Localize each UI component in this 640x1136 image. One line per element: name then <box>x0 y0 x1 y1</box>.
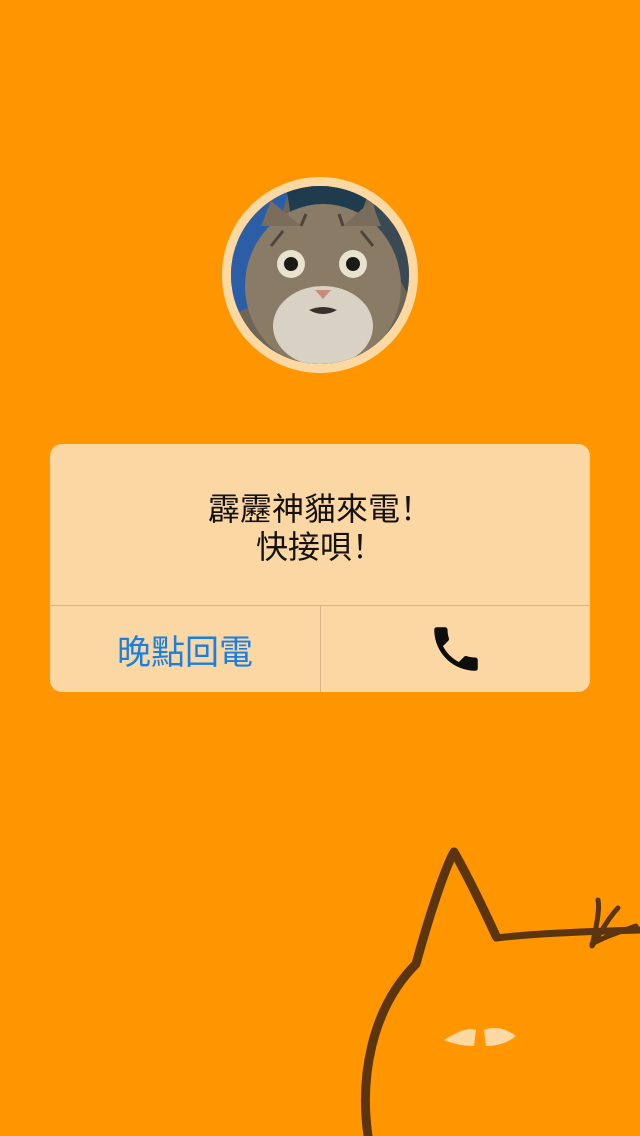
call-message: 霹靂神貓來電！ 快接唄！ <box>50 444 590 605</box>
answer-call-button[interactable] <box>321 606 590 692</box>
incoming-call-dialog: 霹靂神貓來電！ 快接唄！ 晚點回電 <box>50 444 590 692</box>
cat-photo-icon <box>231 186 409 364</box>
call-later-button[interactable]: 晚點回電 <box>50 606 320 692</box>
caller-avatar <box>231 186 409 364</box>
caller-avatar-ring <box>222 177 418 373</box>
call-message-line1: 霹靂神貓來電！ <box>207 489 432 528</box>
phone-icon <box>433 627 478 671</box>
cat-doodle-illustration <box>361 847 640 1136</box>
call-message-line2: 快接唄！ <box>255 527 384 566</box>
